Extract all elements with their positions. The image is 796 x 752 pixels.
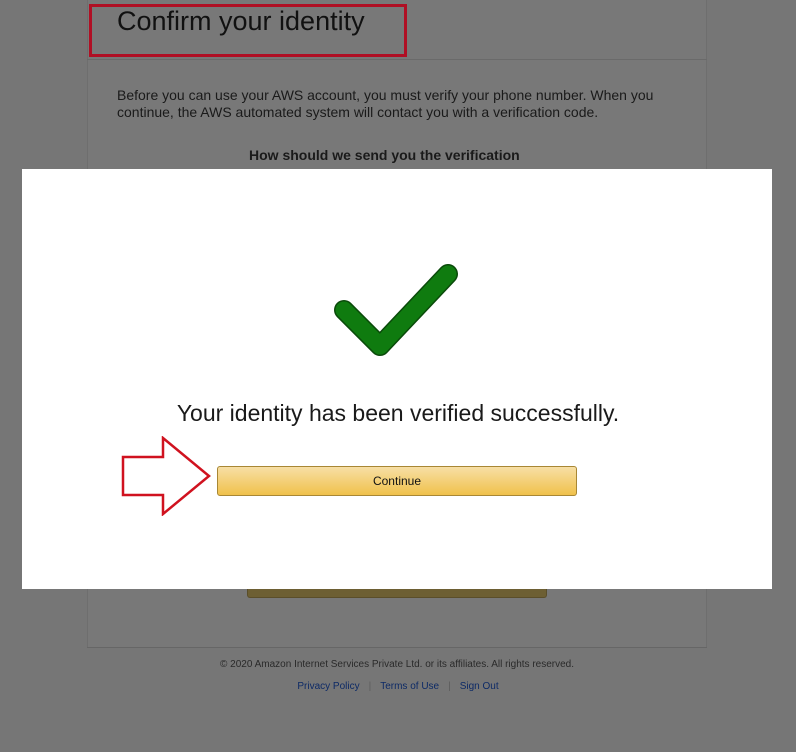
terms-of-use-link[interactable]: Terms of Use (371, 681, 448, 692)
bottom-divider (87, 647, 707, 648)
title-divider (87, 59, 707, 60)
continue-button[interactable]: Continue (217, 466, 577, 496)
arrow-right-outline-icon (121, 436, 211, 516)
footer-links: Privacy Policy | Terms of Use | Sign Out (0, 681, 796, 692)
title-highlight-box (89, 4, 407, 57)
success-message: Your identity has been verified successf… (176, 400, 620, 426)
footer: © 2020 Amazon Internet Services Private … (0, 659, 796, 670)
check-icon (334, 264, 458, 356)
sign-out-link[interactable]: Sign Out (451, 681, 508, 692)
footer-copyright: © 2020 Amazon Internet Services Private … (219, 659, 575, 670)
verification-success-modal (22, 169, 772, 589)
privacy-policy-link[interactable]: Privacy Policy (288, 681, 368, 692)
intro-text: Before you can use your AWS account, you… (117, 87, 654, 120)
verification-method-question: How should we send you the verification (249, 147, 520, 163)
